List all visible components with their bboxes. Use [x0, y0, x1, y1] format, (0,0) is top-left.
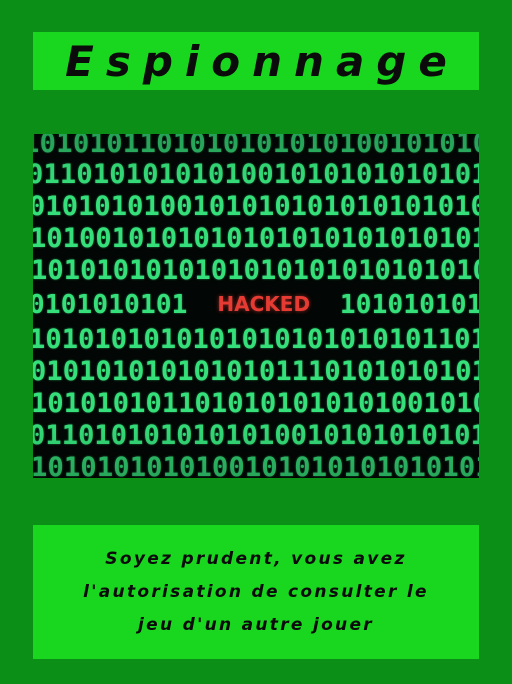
binary-row-4: 1010010101010101010101010101010101 [33, 223, 479, 254]
binary-right-segment: 10101010101 [339, 290, 479, 320]
card-title-bar: Espionnage [33, 32, 479, 90]
binary-text-9: 1010101011010101010101001010101010 [33, 388, 479, 419]
binary-text-1: 1010101101010101010100101010101010 [33, 134, 479, 159]
binary-text-8: 0101010101010101110101010101010100 [33, 356, 479, 387]
binary-row-1: 1010101101010101010100101010101010 [33, 134, 479, 159]
message-line-1: Soyez prudent, vous avez [105, 549, 407, 569]
card-title: Espionnage [65, 36, 459, 86]
binary-row-hacked: 0101010101 HACKED 10101010101 [33, 290, 479, 320]
binary-row-7: 1010101010101010101010101101010101 [33, 324, 479, 355]
binary-text-7: 1010101010101010101010101101010101 [33, 324, 479, 355]
binary-text-5: 1010101010101010101010101010101010 [33, 255, 479, 286]
binary-text-3: 0101010100101010101010101010101010 [33, 191, 479, 222]
binary-left-segment: 0101010101 [33, 290, 188, 320]
game-card: Espionnage 101010110101010101010010101 01… [0, 0, 512, 684]
hacked-binary-image: 1010101101010101010100101010101010 01101… [33, 134, 479, 478]
hacked-label: HACKED [217, 292, 311, 316]
binary-text-2: 0110101010101001010101010101010101 [33, 159, 479, 190]
binary-row-8: 0101010101010101110101010101010100 [33, 356, 479, 387]
message-panel: Soyez prudent, vous avez l'autorisation … [33, 525, 479, 659]
message-line-2: l'autorisation de consulter le [83, 582, 429, 602]
binary-row-5: 1010101010101010101010101010101010 [33, 255, 479, 286]
binary-row-10: 0110101010101010010101010101010101 [33, 420, 479, 451]
binary-text-10: 0110101010101010010101010101010101 [33, 420, 479, 451]
message-line-3: jeu d'un autre jouer [138, 615, 374, 635]
binary-row-2: 0110101010101001010101010101010101 [33, 159, 479, 190]
binary-text-11: 1010101010100101010101010101010101 [33, 452, 479, 478]
binary-row-11: 1010101010100101010101010101010101 [33, 452, 479, 478]
binary-text-4: 1010010101010101010101010101010101 [33, 223, 479, 254]
binary-row-9: 1010101011010101010101001010101010 [33, 388, 479, 419]
binary-row-3: 0101010100101010101010101010101010 [33, 191, 479, 222]
